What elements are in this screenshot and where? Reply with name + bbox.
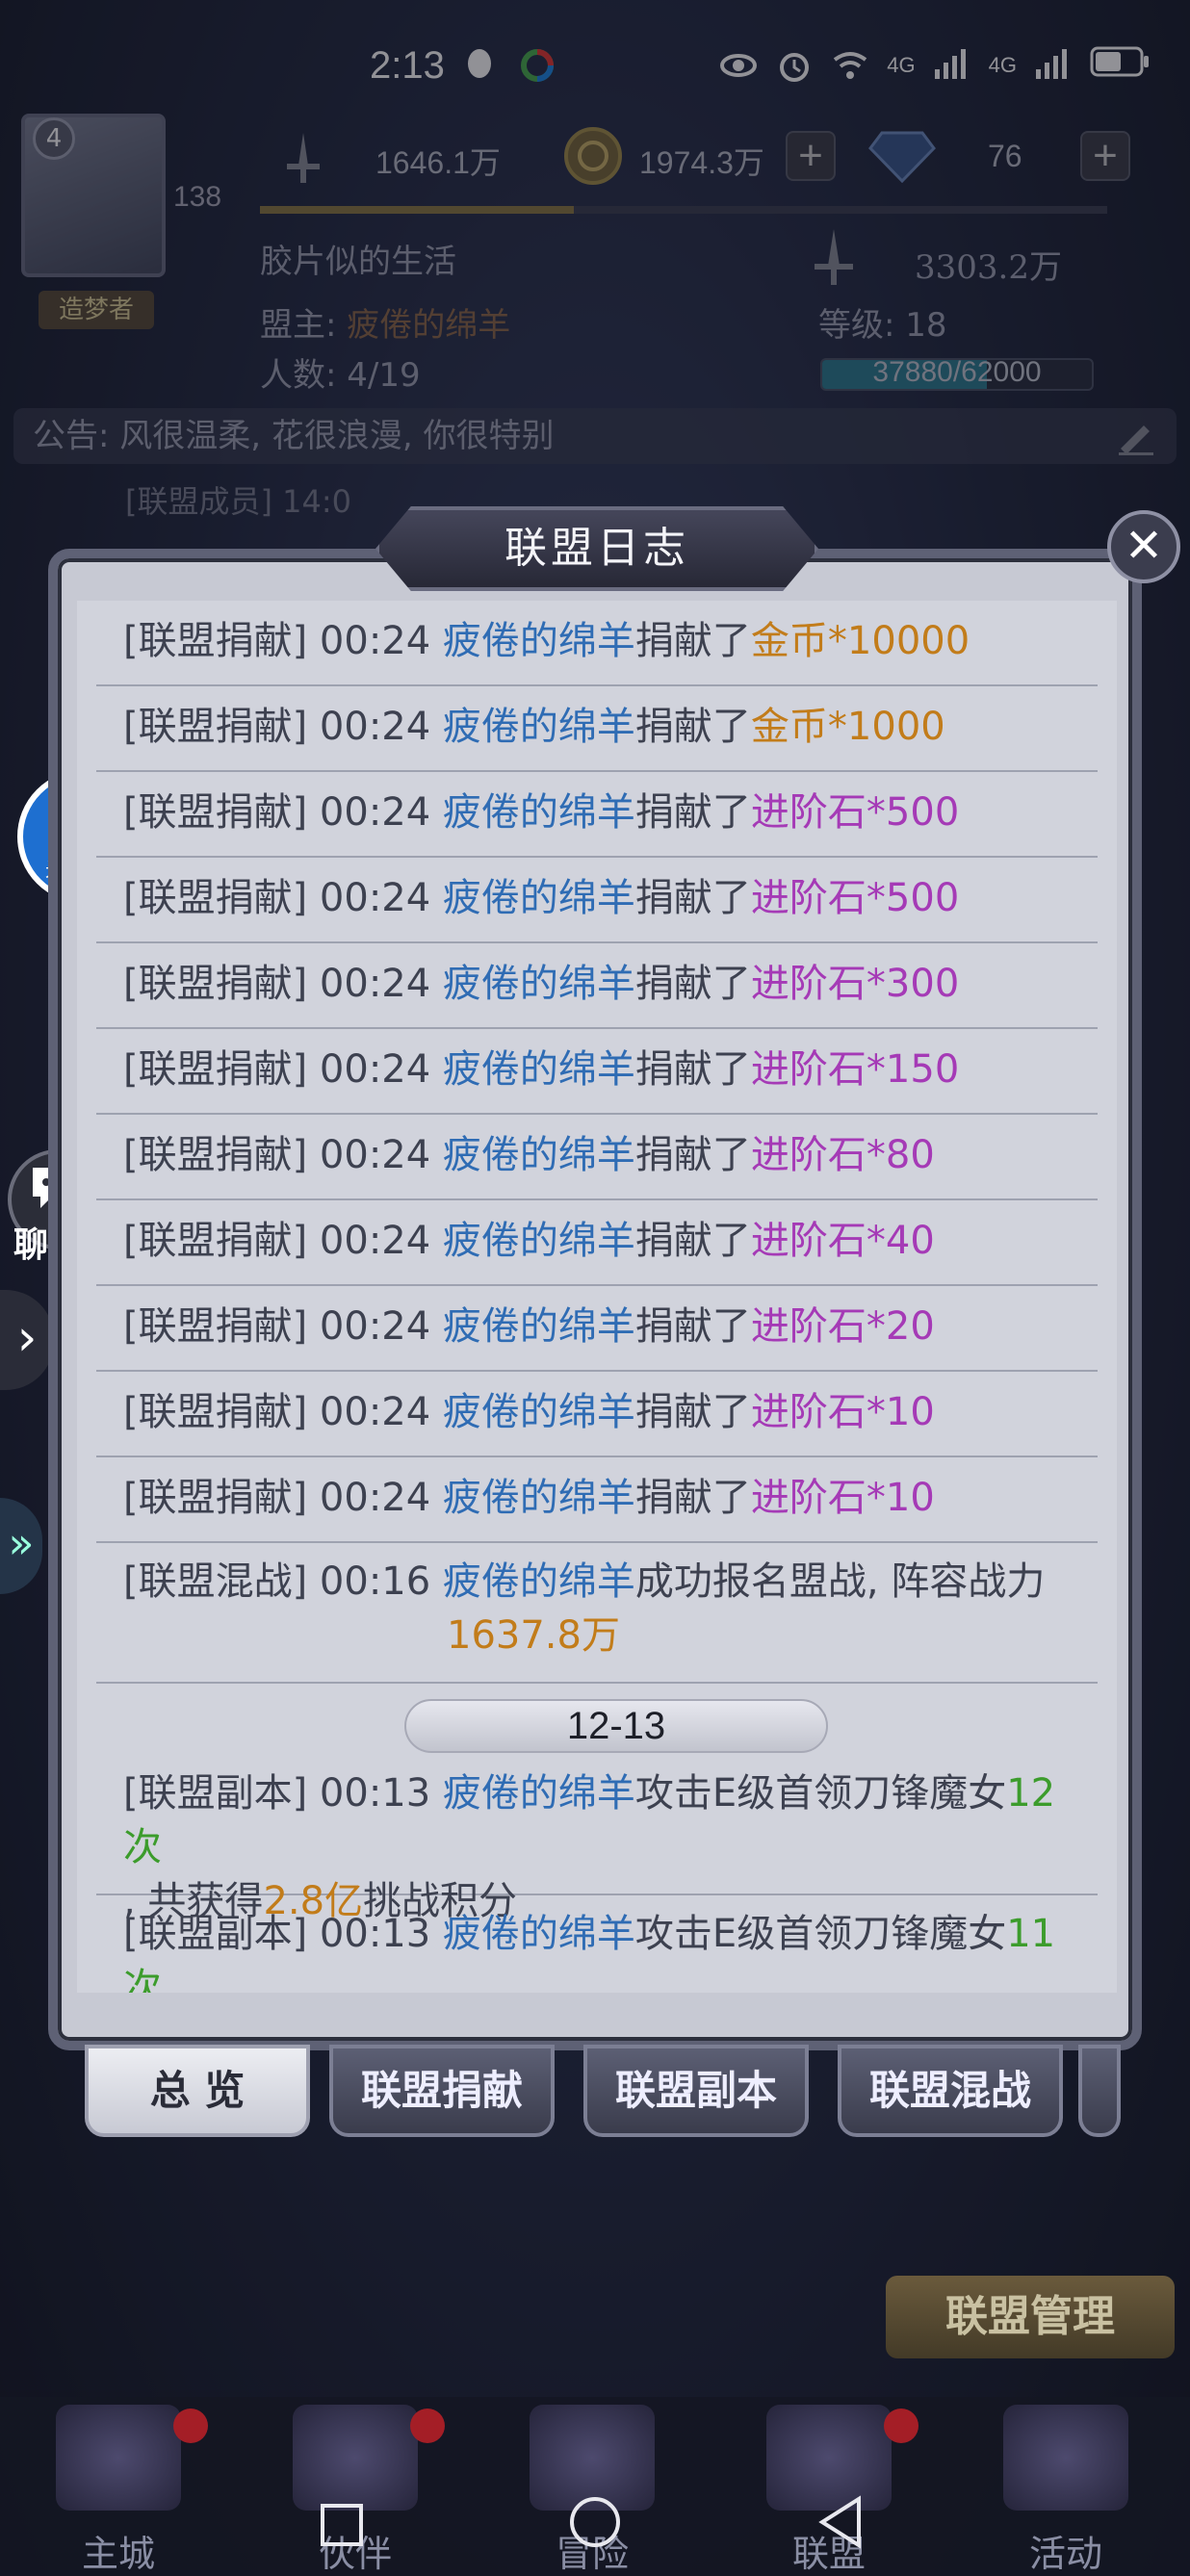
log-row-dungeon: [联盟副本] 00:13 疲倦的绵羊攻击E级首领刀锋魔女11次, 共获得2.6亿… [96,1895,1098,1993]
log-tag: [联盟捐献] 00:24 [123,1047,443,1092]
log-player-name: 疲倦的绵羊 [442,619,635,663]
log-item: 进阶石*300 [750,962,960,1006]
log-player-name: 疲倦的绵羊 [442,705,635,749]
log-row: [联盟捐献] 00:24 疲倦的绵羊捐献了进阶石*500 [96,772,1098,858]
log-item: 进阶石*150 [750,1047,960,1092]
log-verb: 捐献了 [634,876,751,920]
log-verb: 捐献了 [634,1047,751,1092]
close-x-icon: ✕ [1124,519,1164,573]
recent-apps-button[interactable] [318,2491,366,2568]
alliance-log-modal: 联盟日志 [联盟捐献] 00:24 疲倦的绵羊捐献了金币*10000 [联盟捐献]… [48,506,1142,2050]
log-row: [联盟捐献] 00:24 疲倦的绵羊捐献了进阶石*80 [96,1115,1098,1200]
log-tag: [联盟捐献] 00:24 [123,619,443,663]
log-power-value: 1637.8万 [447,1613,620,1658]
log-player-name: 疲倦的绵羊 [442,1304,635,1349]
tab-battle[interactable]: 联盟混战 [838,2045,1063,2137]
log-verb: 捐献了 [634,1390,751,1434]
log-item: 进阶石*10 [750,1476,935,1520]
log-row-dungeon: [联盟副本] 00:13 疲倦的绵羊攻击E级首领刀锋魔女12次, 共获得2.8亿… [96,1755,1098,1923]
log-tag: [联盟混战] 00:16 [123,1559,443,1604]
log-text: 攻击E级首领刀锋魔女 [634,1912,1007,1956]
log-text: 攻击E级首领刀锋魔女 [634,1771,1007,1816]
log-player-name: 疲倦的绵羊 [442,1047,635,1092]
log-row: [联盟捐献] 00:24 疲倦的绵羊捐献了进阶石*10 [96,1372,1098,1457]
log-verb: 捐献了 [634,619,751,663]
modal-title-banner: 联盟日志 [337,489,857,605]
log-player-name: 疲倦的绵羊 [442,962,635,1006]
date-label: 12-13 [404,1699,828,1753]
log-tag: [联盟副本] 00:13 [123,1912,443,1956]
log-player-name: 疲倦的绵羊 [442,1559,635,1604]
notification-dot [884,2409,918,2443]
log-verb: 捐献了 [634,1133,751,1177]
log-filter-tabs: 总 览 联盟捐献 联盟副本 联盟混战 [81,2045,1121,2151]
log-row: [联盟捐献] 00:24 疲倦的绵羊捐献了进阶石*300 [96,943,1098,1029]
log-player-name: 疲倦的绵羊 [442,1133,635,1177]
log-verb: 捐献了 [634,790,751,835]
log-verb: 捐献了 [634,1476,751,1520]
log-tag: [联盟捐献] 00:24 [123,962,443,1006]
log-tag: [联盟捐献] 00:24 [123,705,443,749]
log-verb: 捐献了 [634,1219,751,1263]
back-button[interactable] [816,2491,865,2568]
log-player-name: 疲倦的绵羊 [442,1219,635,1263]
log-tag: [联盟捐献] 00:24 [123,1390,443,1434]
log-scroll-area[interactable]: [联盟捐献] 00:24 疲倦的绵羊捐献了金币*10000 [联盟捐献] 00:2… [77,601,1117,1993]
modal-title: 联盟日志 [504,524,689,573]
log-tag: [联盟捐献] 00:24 [123,1133,443,1177]
log-item: 进阶石*20 [750,1304,935,1349]
log-item: 进阶石*40 [750,1219,935,1263]
log-item: 金币*1000 [750,705,945,749]
log-player-name: 疲倦的绵羊 [442,1390,635,1434]
alliance-manage-button[interactable]: 联盟管理 [886,2276,1175,2358]
log-row-battle: [联盟混战] 00:16 疲倦的绵羊成功报名盟战, 阵容战力 1637.8万 [96,1543,1098,1684]
tab-donation[interactable]: 联盟捐献 [329,2045,555,2137]
log-tag: [联盟副本] 00:13 [123,1771,443,1816]
log-row: [联盟捐献] 00:24 疲倦的绵羊捐献了进阶石*150 [96,1029,1098,1115]
log-item: 进阶石*80 [750,1133,935,1177]
log-item: 进阶石*10 [750,1390,935,1434]
notification-dot [173,2409,208,2443]
log-row: [联盟捐献] 00:24 疲倦的绵羊捐献了金币*1000 [96,686,1098,772]
log-player-name: 疲倦的绵羊 [442,1476,635,1520]
tab-overview[interactable]: 总 览 [85,2045,310,2137]
double-chevron-icon: » [8,1519,35,1568]
log-list: [联盟捐献] 00:24 疲倦的绵羊捐献了金币*10000 [联盟捐献] 00:2… [77,601,1117,1993]
log-tag: [联盟捐献] 00:24 [123,876,443,920]
log-player-name: 疲倦的绵羊 [442,876,635,920]
log-tag: [联盟捐献] 00:24 [123,1304,443,1349]
log-item: 进阶石*500 [750,790,960,835]
log-player-name: 疲倦的绵羊 [442,790,635,835]
log-verb: 捐献了 [634,962,751,1006]
tab-dungeon[interactable]: 联盟副本 [583,2045,809,2137]
log-row: [联盟捐献] 00:24 疲倦的绵羊捐献了进阶石*20 [96,1286,1098,1372]
log-player-name: 疲倦的绵羊 [442,1771,635,1816]
home-button[interactable] [568,2491,622,2568]
tab-more-partial[interactable] [1078,2045,1121,2137]
log-verb: 捐献了 [634,1304,751,1349]
log-verb: 捐献了 [634,705,751,749]
log-tag: [联盟捐献] 00:24 [123,1476,443,1520]
log-tag: [联盟捐献] 00:24 [123,790,443,835]
log-row: [联盟捐献] 00:24 疲倦的绵羊捐献了进阶石*40 [96,1200,1098,1286]
log-tag: [联盟捐献] 00:24 [123,1219,443,1263]
log-item: 金币*10000 [750,619,970,663]
log-row: [联盟捐献] 00:24 疲倦的绵羊捐献了金币*10000 [96,601,1098,686]
close-modal-button[interactable]: ✕ [1107,510,1180,583]
date-separator: 12-13 [77,1684,1117,1755]
notification-dot [410,2409,445,2443]
log-player-name: 疲倦的绵羊 [442,1912,635,1956]
log-item: 进阶石*500 [750,876,960,920]
log-row: [联盟捐献] 00:24 疲倦的绵羊捐献了进阶石*10 [96,1457,1098,1543]
log-row: [联盟捐献] 00:24 疲倦的绵羊捐献了进阶石*500 [96,858,1098,943]
log-text: 成功报名盟战, 阵容战力 [634,1559,1046,1604]
system-nav-bar [0,2484,1190,2576]
chevron-right-icon: › [16,1309,38,1367]
